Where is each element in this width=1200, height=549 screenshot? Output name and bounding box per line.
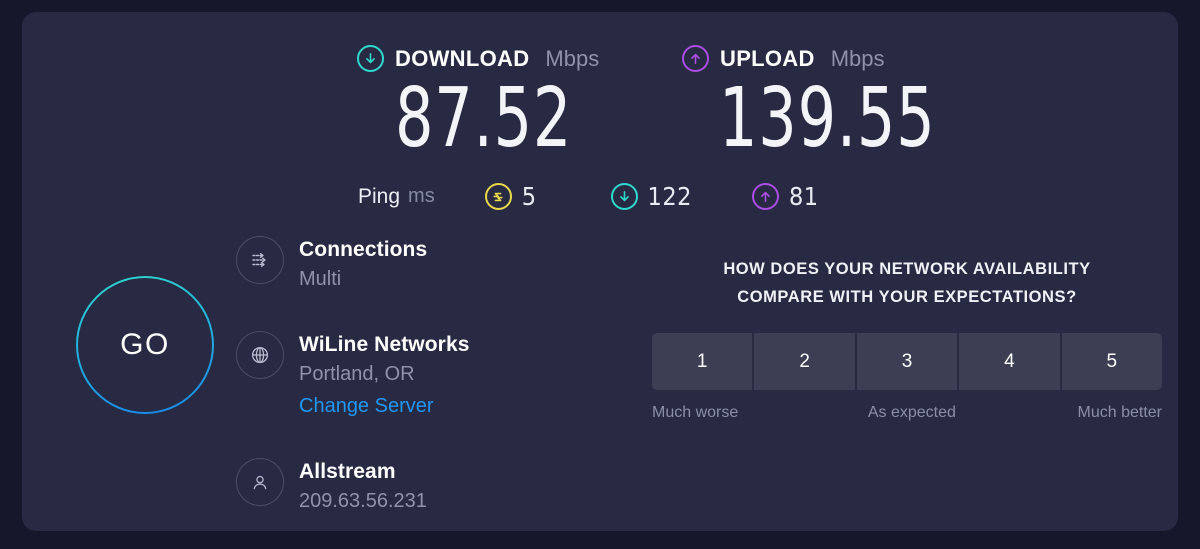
download-label: DOWNLOAD bbox=[395, 45, 530, 71]
survey-question-line2: COMPARE WITH YOUR EXPECTATIONS? bbox=[737, 288, 1077, 306]
survey-rating-group: 1 2 3 4 5 bbox=[652, 333, 1163, 390]
server-location: Portland, OR bbox=[299, 363, 415, 385]
survey-question-line1: HOW DOES YOUR NETWORK AVAILABILITY bbox=[723, 260, 1091, 278]
info-row-server: WiLine Networks Portland, OR Change Serv… bbox=[236, 331, 470, 422]
rating-option-1[interactable]: 1 bbox=[652, 333, 755, 390]
server-name: WiLine Networks bbox=[299, 333, 470, 356]
network-survey: HOW DOES YOUR NETWORK AVAILABILITY COMPA… bbox=[652, 255, 1163, 422]
download-header: DOWNLOAD Mbps bbox=[357, 45, 599, 72]
upload-unit: Mbps bbox=[830, 45, 885, 71]
arrow-up-circle-icon bbox=[751, 183, 779, 210]
ping-unit: ms bbox=[408, 185, 435, 207]
arrow-up-circle-icon bbox=[682, 45, 709, 72]
connections-subtitle: Multi bbox=[299, 268, 342, 290]
go-button-inner: GO bbox=[78, 278, 212, 412]
survey-scale-labels: Much worse As expected Much better bbox=[652, 404, 1162, 422]
speedtest-result-page: DOWNLOAD Mbps 87.52 UPLOAD Mbps 139.55 P… bbox=[0, 0, 1200, 549]
connections-icon bbox=[236, 236, 284, 284]
rating-option-4[interactable]: 4 bbox=[959, 333, 1062, 390]
download-unit: Mbps bbox=[545, 45, 600, 71]
rating-option-5[interactable]: 5 bbox=[1061, 333, 1163, 390]
scale-label-mid: As expected bbox=[867, 404, 956, 421]
connections-title: Connections bbox=[299, 238, 428, 261]
download-latency-metric: 122 bbox=[610, 182, 692, 211]
client-isp: Allstream bbox=[299, 460, 396, 483]
download-value: 87.52 bbox=[395, 71, 573, 166]
change-server-link[interactable]: Change Server bbox=[299, 390, 470, 422]
upload-label: UPLOAD bbox=[720, 45, 815, 71]
client-ip: 209.63.56.231 bbox=[299, 490, 427, 512]
globe-icon bbox=[236, 331, 284, 379]
upload-latency-value: 81 bbox=[788, 182, 819, 211]
ping-label: Ping bbox=[358, 184, 401, 208]
go-button-label: GO bbox=[120, 328, 170, 361]
upload-value: 139.55 bbox=[719, 71, 936, 166]
upload-latency-metric: 81 bbox=[751, 182, 819, 211]
info-row-client: Allstream 209.63.56.231 bbox=[236, 458, 470, 517]
idle-latency-value: 5 bbox=[521, 182, 537, 211]
ping-row: Ping ms 5 122 81 bbox=[358, 182, 819, 211]
connection-info-list: Connections Multi WiLine Networks Portla… bbox=[236, 236, 470, 517]
person-icon bbox=[236, 458, 284, 506]
rating-option-2[interactable]: 2 bbox=[754, 333, 857, 390]
go-button[interactable]: GO bbox=[76, 276, 214, 414]
upload-header: UPLOAD Mbps bbox=[682, 45, 885, 72]
scale-label-high: Much better bbox=[1077, 404, 1162, 421]
arrow-down-circle-icon bbox=[610, 183, 638, 210]
idle-latency-metric: 5 bbox=[484, 182, 537, 211]
result-card: DOWNLOAD Mbps 87.52 UPLOAD Mbps 139.55 P… bbox=[22, 12, 1178, 531]
rating-option-3[interactable]: 3 bbox=[856, 333, 960, 390]
info-row-connections: Connections Multi bbox=[236, 236, 470, 295]
arrow-down-circle-icon bbox=[357, 45, 384, 72]
scale-label-low: Much worse bbox=[652, 404, 739, 421]
idle-latency-icon bbox=[484, 183, 512, 210]
download-latency-value: 122 bbox=[647, 182, 692, 211]
